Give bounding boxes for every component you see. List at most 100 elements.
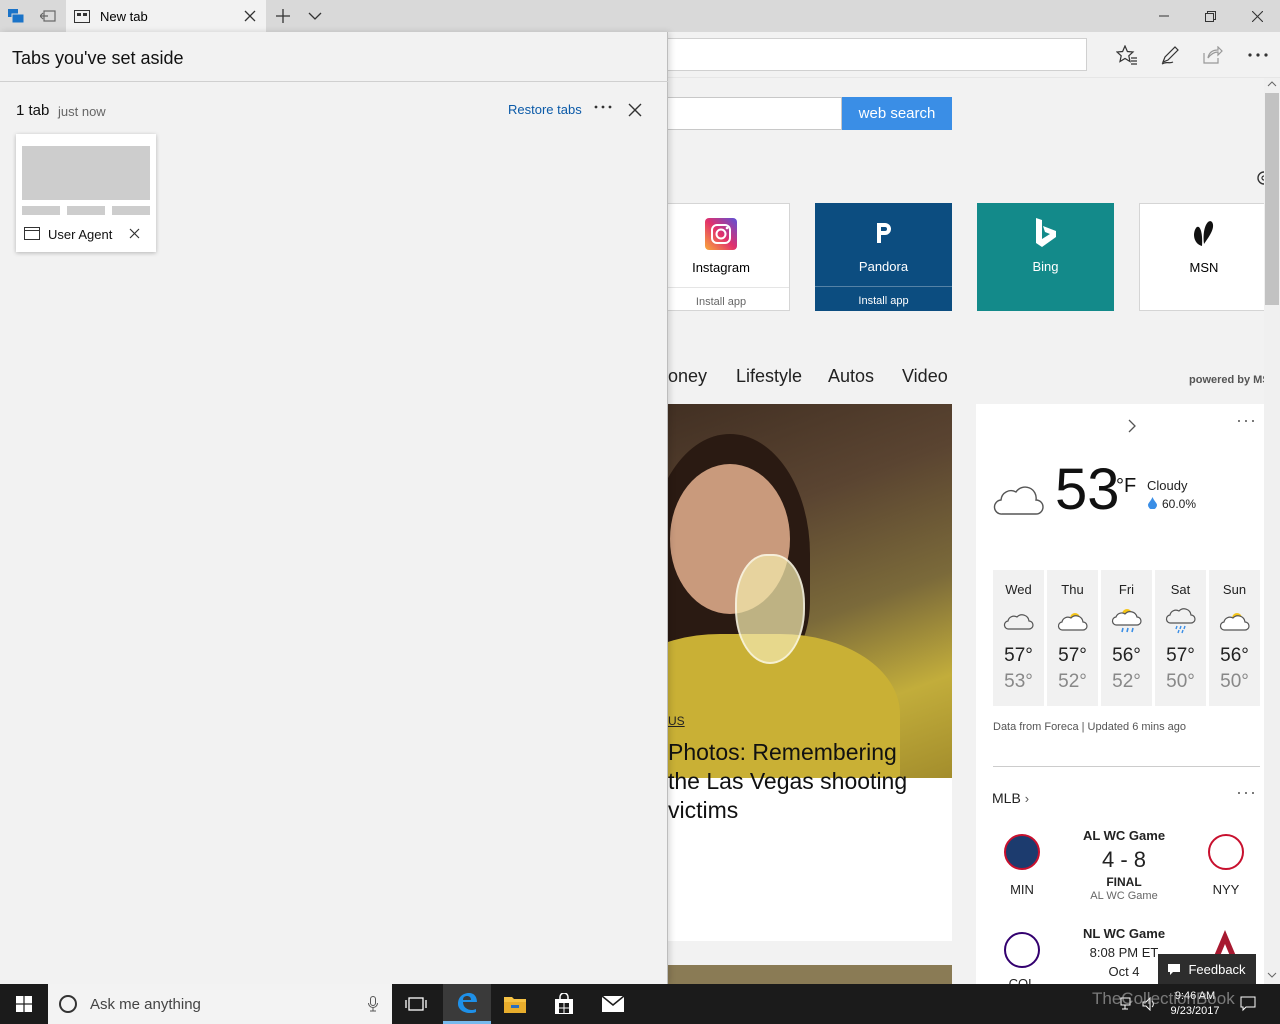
instagram-icon bbox=[705, 218, 737, 250]
mail-button[interactable] bbox=[589, 984, 637, 1024]
set-aside-tab-card[interactable]: User Agent bbox=[16, 134, 156, 252]
tab-page-icon bbox=[74, 9, 90, 23]
notes-button[interactable] bbox=[1157, 42, 1183, 68]
mlb-more-icon[interactable]: ··· bbox=[1236, 782, 1257, 803]
chevron-down-icon bbox=[308, 12, 322, 20]
folder-icon bbox=[504, 997, 526, 1013]
forecast-low: 52° bbox=[1112, 671, 1141, 692]
yankees-logo-icon bbox=[1208, 834, 1244, 870]
news-headline[interactable]: Photos: Remembering the Las Vegas shooti… bbox=[668, 738, 928, 825]
nav-money[interactable]: oney bbox=[668, 366, 707, 387]
news-source[interactable]: US bbox=[668, 714, 685, 728]
temperature-unit[interactable]: °F bbox=[1116, 475, 1136, 498]
tile-bing[interactable]: Bing bbox=[977, 203, 1114, 311]
scrollbar-thumb[interactable] bbox=[1265, 93, 1279, 305]
close-group-icon[interactable] bbox=[626, 101, 644, 119]
team-min[interactable]: MIN bbox=[992, 834, 1052, 897]
feedback-button[interactable]: Feedback bbox=[1158, 954, 1256, 984]
weather-more-icon[interactable]: ··· bbox=[1236, 410, 1257, 431]
powered-by-msn: powered by MS bbox=[1189, 374, 1264, 386]
team-nyy[interactable]: NYY bbox=[1196, 834, 1256, 897]
share-button[interactable] bbox=[1200, 42, 1226, 68]
forecast-day[interactable]: Sat 57° 50° bbox=[1155, 570, 1206, 706]
twins-logo-icon bbox=[1004, 834, 1040, 870]
action-center-icon[interactable] bbox=[1240, 996, 1256, 1012]
weather-credit: Data from Foreca | Updated 6 mins ago bbox=[993, 721, 1187, 733]
scroll-down-icon[interactable] bbox=[1267, 972, 1277, 978]
set-aside-icon bbox=[40, 10, 56, 22]
chevron-right-icon[interactable] bbox=[1127, 419, 1137, 433]
new-tab-button[interactable] bbox=[272, 0, 294, 32]
start-button[interactable] bbox=[0, 984, 48, 1024]
mail-icon bbox=[601, 995, 625, 1012]
forecast-day[interactable]: Fri 56° 52° bbox=[1101, 570, 1152, 706]
tab-group-time: just now bbox=[58, 104, 106, 119]
install-app-link[interactable]: Install app bbox=[815, 286, 952, 307]
forecast-day-name: Thu bbox=[1061, 582, 1084, 597]
set-tabs-aside-button[interactable] bbox=[34, 0, 62, 32]
restore-tabs-link[interactable]: Restore tabs bbox=[508, 102, 582, 117]
minimize-icon bbox=[1159, 15, 1169, 17]
install-app-link[interactable]: Install app bbox=[653, 287, 789, 308]
tab-preview-button[interactable] bbox=[304, 0, 326, 32]
partly-sunny-icon bbox=[1219, 613, 1250, 631]
cloud-icon bbox=[1003, 614, 1034, 630]
web-search-button[interactable]: web search bbox=[842, 97, 952, 130]
cortana-icon bbox=[59, 995, 77, 1013]
more-icon bbox=[594, 105, 612, 109]
minimize-button[interactable] bbox=[1141, 0, 1187, 32]
file-explorer-button[interactable] bbox=[491, 984, 539, 1024]
tabs-aside-icon bbox=[8, 9, 24, 23]
mlb-title-text: MLB bbox=[992, 790, 1021, 806]
feedback-icon bbox=[1168, 963, 1181, 975]
rain-icon bbox=[1165, 608, 1196, 634]
edge-taskbar-button[interactable] bbox=[443, 984, 491, 1024]
task-view-button[interactable] bbox=[392, 984, 440, 1024]
nav-video[interactable]: Video bbox=[902, 366, 948, 387]
task-view-icon bbox=[405, 997, 427, 1011]
cortana-search-box[interactable]: Ask me anything bbox=[48, 984, 392, 1024]
tile-pandora[interactable]: Pandora Install app bbox=[815, 203, 952, 311]
divider bbox=[0, 81, 668, 82]
cloud-icon bbox=[993, 486, 1044, 515]
nav-autos[interactable]: Autos bbox=[828, 366, 874, 387]
group-more-button[interactable] bbox=[592, 96, 614, 118]
restore-button[interactable] bbox=[1187, 0, 1233, 32]
tile-msn[interactable]: MSN bbox=[1139, 203, 1264, 311]
store-button[interactable] bbox=[540, 984, 588, 1024]
scroll-up-icon[interactable] bbox=[1267, 81, 1277, 87]
team-abbr: MIN bbox=[1010, 882, 1034, 897]
forecast-day-name: Sat bbox=[1170, 582, 1191, 597]
weather-condition: Cloudy bbox=[1147, 478, 1188, 493]
close-window-button[interactable] bbox=[1234, 0, 1280, 32]
tile-name: Bing bbox=[1032, 259, 1059, 274]
windows-icon bbox=[16, 996, 32, 1012]
current-temperature: 53 bbox=[1055, 457, 1120, 522]
humidity: 60.0% bbox=[1162, 497, 1197, 511]
more-button[interactable] bbox=[1245, 42, 1271, 68]
forecast-high: 56° bbox=[1112, 645, 1141, 666]
team-abbr: NYY bbox=[1212, 882, 1240, 897]
more-icon bbox=[1248, 53, 1268, 57]
close-tab-icon[interactable] bbox=[242, 8, 258, 24]
tab-new-tab[interactable]: New tab bbox=[66, 0, 266, 32]
panel-title: Tabs you've set aside bbox=[12, 48, 184, 68]
favorites-button[interactable] bbox=[1114, 42, 1140, 68]
close-icon[interactable] bbox=[128, 227, 141, 240]
gear-icon[interactable] bbox=[1254, 168, 1264, 188]
tile-instagram[interactable]: Instagram Install app bbox=[652, 203, 790, 311]
forecast-day[interactable]: Sun 56° 50° bbox=[1209, 570, 1260, 706]
forecast-day[interactable]: Thu 57° 52° bbox=[1047, 570, 1098, 706]
mlb-title[interactable]: MLB › bbox=[992, 790, 1029, 806]
thumbnail-bar bbox=[67, 206, 105, 215]
team-col[interactable]: COL bbox=[992, 932, 1052, 991]
microphone-icon[interactable] bbox=[368, 996, 378, 1012]
tab-group-count: 1 tab bbox=[16, 102, 50, 119]
tabs-aside-button[interactable] bbox=[4, 0, 28, 32]
game-1[interactable]: AL WC Game 4 - 8 FINAL AL WC Game bbox=[1064, 828, 1184, 902]
forecast-low: 50° bbox=[1220, 671, 1249, 692]
tab-thumbnail bbox=[22, 146, 150, 200]
nav-lifestyle[interactable]: Lifestyle bbox=[736, 366, 802, 387]
forecast-day[interactable]: Wed 57° 53° bbox=[993, 570, 1044, 706]
forecast-low: 52° bbox=[1058, 671, 1087, 692]
